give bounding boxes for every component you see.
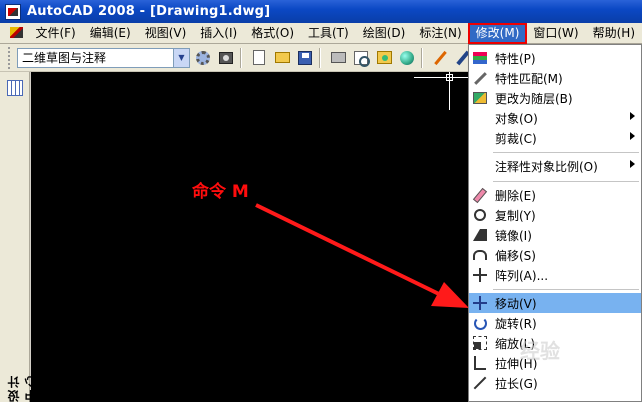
menu-window[interactable]: 窗口(W) [526,24,585,43]
modify-menu-item-clip[interactable]: 剪裁(C) [469,128,641,148]
array-icon [473,268,487,282]
offset-icon [473,250,487,260]
modify-menu-item-copy[interactable]: 复制(Y) [469,205,641,225]
toolbar-grip[interactable] [8,46,13,69]
menu-separator [493,181,639,182]
menu-tools[interactable]: 工具(T) [301,24,356,43]
menu-modify[interactable]: 修改(M) [467,22,528,44]
save-button[interactable] [295,48,315,68]
plot-preview-icon [354,50,370,67]
modify-menu-item-object[interactable]: 对象(O) [469,108,641,128]
globe-button[interactable] [397,48,417,68]
modify-menu-item-properties[interactable]: 特性(P) [469,48,641,68]
match-properties-icon [473,71,487,85]
menu-draw[interactable]: 绘图(D) [356,24,413,43]
left-panel: 设计中心 [0,72,38,402]
toolbar-separator [421,47,423,68]
publish-button[interactable] [374,48,394,68]
modify-menu-item-array[interactable]: 阵列(A)... [469,265,641,285]
save-icon [298,50,312,65]
menu-bar: 文件(F) 编辑(E) 视图(V) 插入(I) 格式(O) 工具(T) 绘图(D… [0,22,642,44]
drawing-canvas[interactable]: 命令 M [31,72,469,402]
submenu-arrow-icon [630,112,635,120]
mirror-icon [473,229,487,241]
modify-menu-item-rotate[interactable]: 旋转(R) [469,313,641,333]
move-icon [473,296,487,310]
new-button[interactable] [249,48,269,68]
workspace-settings-icon [196,50,210,65]
window-title: AutoCAD 2008 - [Drawing1.dwg] [27,4,271,19]
menu-format[interactable]: 格式(O) [244,24,301,43]
new-icon [253,50,265,65]
print-icon [330,52,346,63]
workspace-settings-button[interactable] [193,48,213,68]
scale-icon [473,336,487,350]
modify-menu-item-match-properties[interactable]: 特性匹配(M) [469,68,641,88]
document-icon[interactable] [9,25,24,41]
toolbar-separator [240,47,242,68]
workspace-combo[interactable]: 二维草图与注释 ▼ [17,47,190,68]
open-icon [274,52,290,63]
grid-icon[interactable] [7,80,23,96]
pencil-icon [433,50,447,65]
publish-icon [376,51,392,64]
menu-separator [493,289,639,290]
menu-edit[interactable]: 编辑(E) [83,24,138,43]
rotate-icon [473,316,487,330]
copy-icon [474,209,486,221]
workspace-combo-value: 二维草图与注释 [22,51,107,65]
modify-menu-item-mirror[interactable]: 镜像(I) [469,225,641,245]
menu-separator [493,152,639,153]
autocad-app-icon[interactable] [5,3,21,20]
submenu-arrow-icon [630,160,635,168]
lengthen-icon [473,376,487,390]
modify-menu-item-move[interactable]: 移动(V) [469,293,641,313]
watermark: 经验 [520,339,560,363]
properties-icon [473,52,487,64]
stretch-icon [474,356,486,370]
open-button[interactable] [272,48,292,68]
annotation-arrow [255,203,469,308]
print-button[interactable] [328,48,348,68]
modify-menu-item-lengthen[interactable]: 拉长(G) [469,373,641,393]
menu-file[interactable]: 文件(F) [28,24,82,43]
pencil-button[interactable] [430,48,450,68]
globe-icon [400,50,414,65]
modify-menu-item-annotative-scale[interactable]: 注释性对象比例(O) [469,156,641,176]
menu-help[interactable]: 帮助(H) [586,24,642,43]
toolbar-separator [319,47,321,68]
arrow-shaft [255,203,442,297]
menu-dimension[interactable]: 标注(N) [412,24,468,43]
change-bylayer-icon [473,92,487,104]
workspace-camera-icon [219,51,233,64]
workspace-camera-button[interactable] [216,48,236,68]
erase-icon [472,187,488,203]
submenu-arrow-icon [630,132,635,140]
modify-menu-item-change-bylayer[interactable]: 更改为随层(B) [469,88,641,108]
menu-insert[interactable]: 插入(I) [193,24,244,43]
plot-preview-button[interactable] [351,48,371,68]
modify-menu-item-offset[interactable]: 偏移(S) [469,245,641,265]
menu-view[interactable]: 视图(V) [138,24,194,43]
modify-menu-item-erase[interactable]: 删除(E) [469,185,641,205]
chevron-down-icon[interactable]: ▼ [173,48,189,67]
title-bar: AutoCAD 2008 - [Drawing1.dwg] [0,0,642,23]
design-center-label[interactable]: 设计中心 [5,372,38,402]
